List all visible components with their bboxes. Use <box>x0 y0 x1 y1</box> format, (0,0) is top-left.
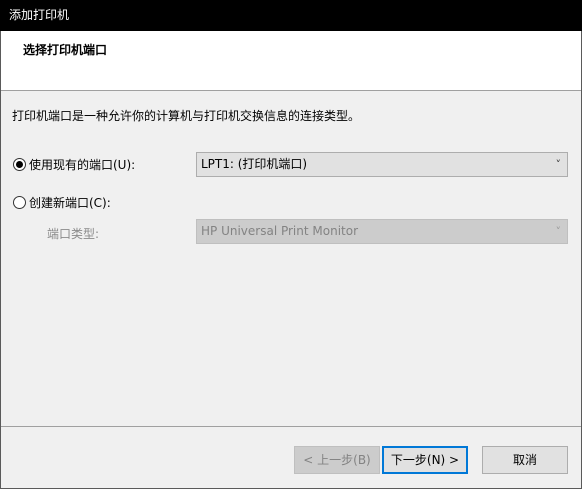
use-existing-port-option[interactable]: 使用现有的端口(U): <box>13 156 135 173</box>
back-button: < 上一步(B) <box>294 446 380 474</box>
page-title: 选择打印机端口 <box>23 43 108 57</box>
window-title: 添加打印机 <box>9 8 70 22</box>
wizard-footer: < 上一步(B) 下一步(N) > 取消 <box>1 426 581 488</box>
port-type-dropdown: HP Universal Print Monitor ˅ <box>196 219 568 244</box>
create-new-port-option[interactable]: 创建新端口(C): <box>13 194 111 211</box>
window-titlebar: 添加打印机 <box>0 0 582 31</box>
use-existing-port-radio[interactable] <box>13 158 26 171</box>
create-new-port-label[interactable]: 创建新端口(C): <box>29 194 111 211</box>
port-type-label: 端口类型: <box>47 227 100 241</box>
port-type-value: HP Universal Print Monitor <box>201 224 359 238</box>
chevron-down-icon: ˅ <box>555 225 562 238</box>
next-button[interactable]: 下一步(N) > <box>382 446 468 474</box>
chevron-down-icon: ˅ <box>555 158 562 171</box>
existing-port-value: LPT1: (打印机端口) <box>201 157 308 171</box>
use-existing-port-label[interactable]: 使用现有的端口(U): <box>29 156 135 173</box>
cancel-button[interactable]: 取消 <box>482 446 568 474</box>
create-new-port-radio[interactable] <box>13 196 26 209</box>
existing-port-dropdown[interactable]: LPT1: (打印机端口) ˅ <box>196 152 568 177</box>
wizard-header: 选择打印机端口 <box>1 31 581 91</box>
port-description: 打印机端口是一种允许你的计算机与打印机交换信息的连接类型。 <box>12 109 361 123</box>
wizard-content: 打印机端口是一种允许你的计算机与打印机交换信息的连接类型。 使用现有的端口(U)… <box>1 92 581 426</box>
